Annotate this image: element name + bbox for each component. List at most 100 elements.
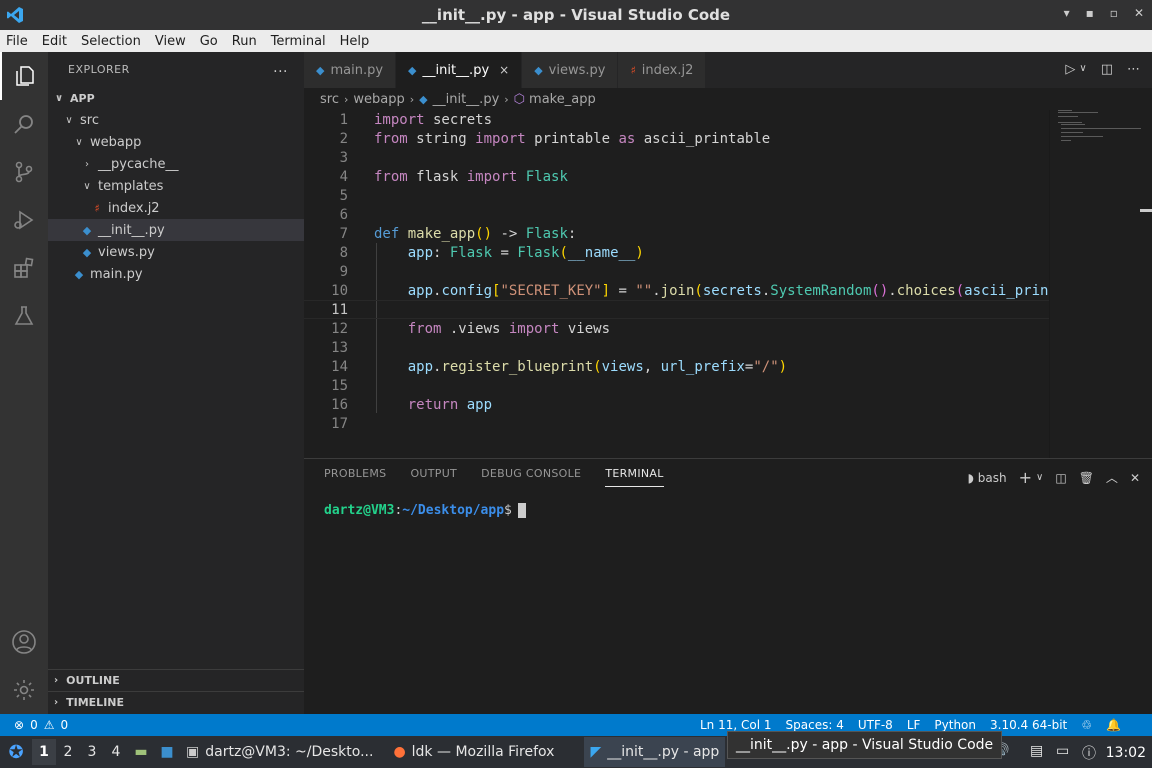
run-icon[interactable]: ▷ — [1065, 62, 1075, 77]
menu-terminal[interactable]: Terminal — [271, 34, 326, 49]
tree-item-pycache[interactable]: › __pycache__ — [48, 153, 304, 175]
error-count: 0 — [30, 718, 38, 732]
menu-run[interactable]: Run — [232, 34, 257, 49]
settings-gear-icon[interactable] — [0, 666, 48, 714]
explorer-sidebar: EXPLORER ... ∨ APP ∨ src ∨ webapp › __py… — [48, 52, 304, 714]
tree-item-label: __init__.py — [98, 222, 165, 238]
source-control-icon[interactable] — [0, 148, 48, 196]
new-terminal-icon[interactable]: + — [1019, 468, 1032, 487]
workspace-1[interactable]: 1 — [32, 739, 56, 765]
task-firefox[interactable]: ● ldk — Mozilla Firefox — [387, 737, 560, 767]
run-debug-icon[interactable] — [0, 196, 48, 244]
timeline-section[interactable]: › TIMELINE — [48, 691, 304, 713]
tab-views-py[interactable]: ◆ views.py — [522, 52, 619, 88]
close-tab-icon[interactable]: × — [499, 63, 509, 77]
encoding[interactable]: UTF-8 — [858, 718, 893, 732]
maximize-icon[interactable]: ▫ — [1110, 6, 1118, 20]
network-icon[interactable]: ▭ — [1056, 743, 1069, 759]
line-number: 15 — [331, 377, 348, 394]
outline-section[interactable]: › OUTLINE — [48, 669, 304, 691]
tree-item-main-py[interactable]: ◆ main.py — [48, 263, 304, 285]
line-number: 8 — [339, 244, 348, 261]
clipboard-icon[interactable]: ▤ — [1030, 743, 1043, 759]
terminal-output[interactable]: dartz@VM3:~/Desktop/app$ — [324, 503, 526, 518]
feedback-icon[interactable]: ♲ — [1081, 718, 1092, 732]
file-manager-icon[interactable]: ▬ — [128, 744, 154, 760]
task-terminal[interactable]: ▣ dartz@VM3: ~/Deskto... — [180, 737, 379, 767]
minimap[interactable] — [1049, 110, 1149, 458]
language-mode[interactable]: Python — [934, 718, 976, 732]
code-line: 6 — [304, 205, 1049, 224]
tab-problems[interactable]: PROBLEMS — [324, 467, 386, 487]
menu-view[interactable]: View — [155, 34, 186, 49]
show-desktop-icon[interactable]: ■ — [154, 744, 180, 760]
tab-output[interactable]: OUTPUT — [410, 467, 457, 487]
search-icon[interactable] — [0, 100, 48, 148]
breadcrumb-src[interactable]: src — [320, 92, 339, 107]
breadcrumb-webapp[interactable]: webapp — [353, 92, 404, 107]
chevron-down-icon[interactable]: ∨ — [1036, 472, 1043, 483]
more-actions-icon[interactable]: ⋯ — [1127, 62, 1140, 77]
activity-bar — [0, 52, 48, 714]
split-editor-icon[interactable]: ◫ — [1101, 62, 1113, 77]
task-vscode[interactable]: ◤ __init__.py - app — [584, 737, 726, 767]
end-of-line[interactable]: LF — [907, 718, 921, 732]
tab-terminal[interactable]: TERMINAL — [605, 467, 664, 487]
explorer-icon[interactable] — [0, 52, 48, 100]
code-line: 10 app.config["SECRET_KEY"] = "".join(se… — [304, 281, 1049, 300]
vscode-app-icon: ◤ — [590, 744, 602, 760]
workspace-4[interactable]: 4 — [104, 744, 128, 760]
workspace-2[interactable]: 2 — [56, 744, 80, 760]
chevron-down-icon[interactable]: ∨ — [1079, 62, 1086, 77]
minimize-window-icon[interactable]: ▪ — [1086, 6, 1094, 20]
menu-edit[interactable]: Edit — [42, 34, 67, 49]
menu-go[interactable]: Go — [200, 34, 218, 49]
tree-item-index-j2[interactable]: ♯ index.j2 — [48, 197, 304, 219]
terminal-profile[interactable]: ◗ bash — [968, 471, 1007, 485]
terminal-cursor — [517, 503, 526, 518]
menu-file[interactable]: File — [6, 34, 28, 49]
tree-item-templates[interactable]: ∨ templates — [48, 175, 304, 197]
more-actions-icon[interactable]: ... — [273, 60, 288, 76]
tab-index-j2[interactable]: ♯ index.j2 — [618, 52, 707, 88]
minimap-preview — [1058, 110, 1141, 141]
tree-item-label: index.j2 — [108, 200, 160, 216]
updates-icon[interactable]: ⓘ — [1082, 743, 1096, 763]
menu-help[interactable]: Help — [340, 34, 370, 49]
breadcrumb-symbol[interactable]: make_app — [529, 92, 596, 107]
notifications-bell-icon[interactable]: 🔔 — [1106, 718, 1121, 732]
account-icon[interactable] — [0, 618, 48, 666]
tree-root-app[interactable]: ∨ APP — [48, 87, 304, 109]
status-problems[interactable]: ⊗ 0 ⚠ 0 — [14, 718, 68, 732]
prompt-symbol: $ — [504, 503, 512, 518]
split-terminal-icon[interactable]: ◫ — [1055, 471, 1066, 485]
extensions-icon[interactable] — [0, 244, 48, 292]
title-bar: __init__.py - app - Visual Studio Code ▾… — [0, 0, 1152, 30]
tree-item-src[interactable]: ∨ src — [48, 109, 304, 131]
close-window-icon[interactable]: ✕ — [1134, 6, 1144, 20]
code-line: 8 app: Flask = Flask(__name__) — [304, 243, 1049, 262]
minimize-icon[interactable]: ▾ — [1064, 6, 1070, 20]
menu-selection[interactable]: Selection — [81, 34, 141, 49]
chevron-right-icon: › — [54, 697, 59, 708]
code-editor[interactable]: 1 import secrets 2 from string import prin… — [304, 110, 1152, 458]
tree-item-webapp[interactable]: ∨ webapp — [48, 131, 304, 153]
tree-item-init-py[interactable]: ◆ __init__.py — [48, 219, 304, 241]
breadcrumb-file[interactable]: __init__.py — [433, 92, 500, 107]
close-panel-icon[interactable]: ✕ — [1130, 471, 1140, 485]
tab-debug-console[interactable]: DEBUG CONSOLE — [481, 467, 581, 487]
tab-init-py[interactable]: ◆ __init__.py × — [396, 52, 523, 88]
tree-item-views-py[interactable]: ◆ views.py — [48, 241, 304, 263]
code-line: 2 from string import printable as ascii_p… — [304, 129, 1049, 148]
start-menu-icon[interactable]: ✪ — [0, 742, 32, 763]
workspace-3[interactable]: 3 — [80, 744, 104, 760]
testing-icon[interactable] — [0, 292, 48, 340]
chevron-down-icon: ∨ — [83, 180, 91, 192]
cursor-position[interactable]: Ln 11, Col 1 — [700, 718, 772, 732]
tab-main-py[interactable]: ◆ main.py — [304, 52, 397, 88]
python-interpreter[interactable]: 3.10.4 64-bit — [990, 718, 1067, 732]
scrollbar-thumb[interactable] — [1140, 209, 1152, 212]
maximize-panel-icon[interactable]: ︿ — [1106, 469, 1118, 486]
indentation[interactable]: Spaces: 4 — [786, 718, 844, 732]
trash-icon[interactable]: 🗑 — [1079, 471, 1094, 485]
